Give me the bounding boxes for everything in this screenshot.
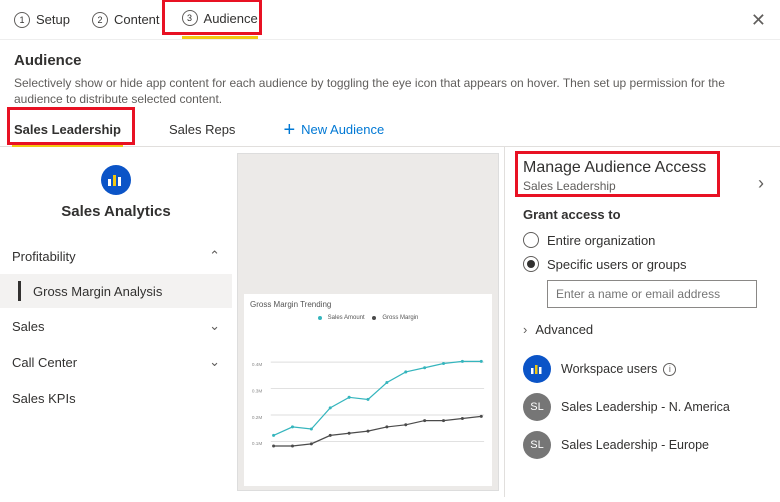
avatar: SL bbox=[523, 431, 551, 459]
chart-title: Gross Margin Trending bbox=[250, 300, 486, 309]
radio-specific-users[interactable]: Specific users or groups bbox=[523, 256, 764, 272]
panel-header[interactable]: Manage Audience Access Sales Leadership … bbox=[523, 159, 764, 207]
step-num-1: 1 bbox=[14, 12, 30, 28]
user-sales-leadership-eu[interactable]: SL Sales Leadership - Europe bbox=[523, 431, 764, 459]
new-audience-button[interactable]: + New Audience bbox=[283, 122, 384, 137]
audience-tab-sales-reps[interactable]: Sales Reps bbox=[169, 113, 235, 146]
legend-dot-icon bbox=[318, 316, 322, 320]
audience-tab-sales-leadership[interactable]: Sales Leadership bbox=[14, 113, 121, 146]
audience-tabs: Sales Leadership Sales Reps + New Audien… bbox=[0, 113, 780, 147]
close-icon[interactable]: ✕ bbox=[751, 10, 766, 31]
step-content[interactable]: 2 Content bbox=[92, 0, 160, 39]
grant-access-heading: Grant access to bbox=[523, 207, 764, 222]
nav-profitability[interactable]: Profitability ⌃ bbox=[0, 238, 232, 274]
chevron-down-icon: ⌄ bbox=[209, 354, 220, 370]
radio-icon bbox=[523, 232, 539, 248]
radio-selected-icon bbox=[523, 256, 539, 272]
report-preview-pane: Gross Margin Trending Sales Amount Gross… bbox=[232, 147, 505, 497]
advanced-toggle[interactable]: › Advanced bbox=[523, 322, 764, 337]
workspace-title: Sales Analytics bbox=[0, 203, 232, 220]
radio-entire-org[interactable]: Entire organization bbox=[523, 232, 764, 248]
step-num-3: 3 bbox=[182, 10, 198, 26]
content-tree: Sales Analytics Profitability ⌃ Gross Ma… bbox=[0, 147, 232, 497]
report-gross-margin-analysis[interactable]: Gross Margin Analysis bbox=[0, 274, 232, 308]
manage-audience-panel: Manage Audience Access Sales Leadership … bbox=[505, 147, 780, 497]
user-workspace-users[interactable]: Workspace users i bbox=[523, 355, 764, 383]
workspace-icon bbox=[523, 355, 551, 383]
user-sales-leadership-na[interactable]: SL Sales Leadership - N. America bbox=[523, 393, 764, 421]
chevron-down-icon: ⌄ bbox=[209, 318, 220, 334]
avatar: SL bbox=[523, 393, 551, 421]
report-thumbnail[interactable]: Gross Margin Trending Sales Amount Gross… bbox=[237, 153, 499, 491]
line-chart: 0.1M 0.2M 0.3M 0.4M bbox=[250, 323, 486, 473]
panel-title: Manage Audience Access bbox=[523, 159, 706, 177]
content-columns: Sales Analytics Profitability ⌃ Gross Ma… bbox=[0, 147, 780, 497]
audience-section-header: Audience Selectively show or hide app co… bbox=[0, 40, 780, 113]
svg-text:0.4M: 0.4M bbox=[252, 362, 263, 368]
wizard-steps: 1 Setup 2 Content 3 Audience ✕ bbox=[0, 0, 780, 40]
nav-call-center[interactable]: Call Center ⌄ bbox=[0, 344, 232, 380]
step-num-2: 2 bbox=[92, 12, 108, 28]
chart-legend: Sales Amount Gross Margin bbox=[250, 315, 486, 321]
svg-text:0.3M: 0.3M bbox=[252, 389, 263, 395]
chevron-right-icon: › bbox=[758, 173, 764, 194]
workspace-icon bbox=[101, 165, 131, 195]
chevron-up-icon: ⌃ bbox=[209, 248, 220, 264]
step-audience[interactable]: 3 Audience bbox=[182, 0, 258, 39]
active-bar-icon bbox=[18, 281, 21, 301]
nav-sales-kpis[interactable]: Sales KPIs bbox=[0, 380, 232, 416]
page-description: Selectively show or hide app content for… bbox=[14, 75, 766, 107]
page-title: Audience bbox=[14, 52, 766, 69]
chevron-right-icon: › bbox=[523, 322, 527, 337]
svg-text:0.1M: 0.1M bbox=[252, 442, 263, 448]
user-search-input[interactable] bbox=[547, 280, 757, 308]
info-icon[interactable]: i bbox=[663, 363, 676, 376]
svg-text:0.2M: 0.2M bbox=[252, 415, 263, 421]
panel-subtitle: Sales Leadership bbox=[523, 179, 706, 193]
nav-sales[interactable]: Sales ⌄ bbox=[0, 308, 232, 344]
step-setup[interactable]: 1 Setup bbox=[14, 0, 70, 39]
legend-dot-icon bbox=[372, 316, 376, 320]
